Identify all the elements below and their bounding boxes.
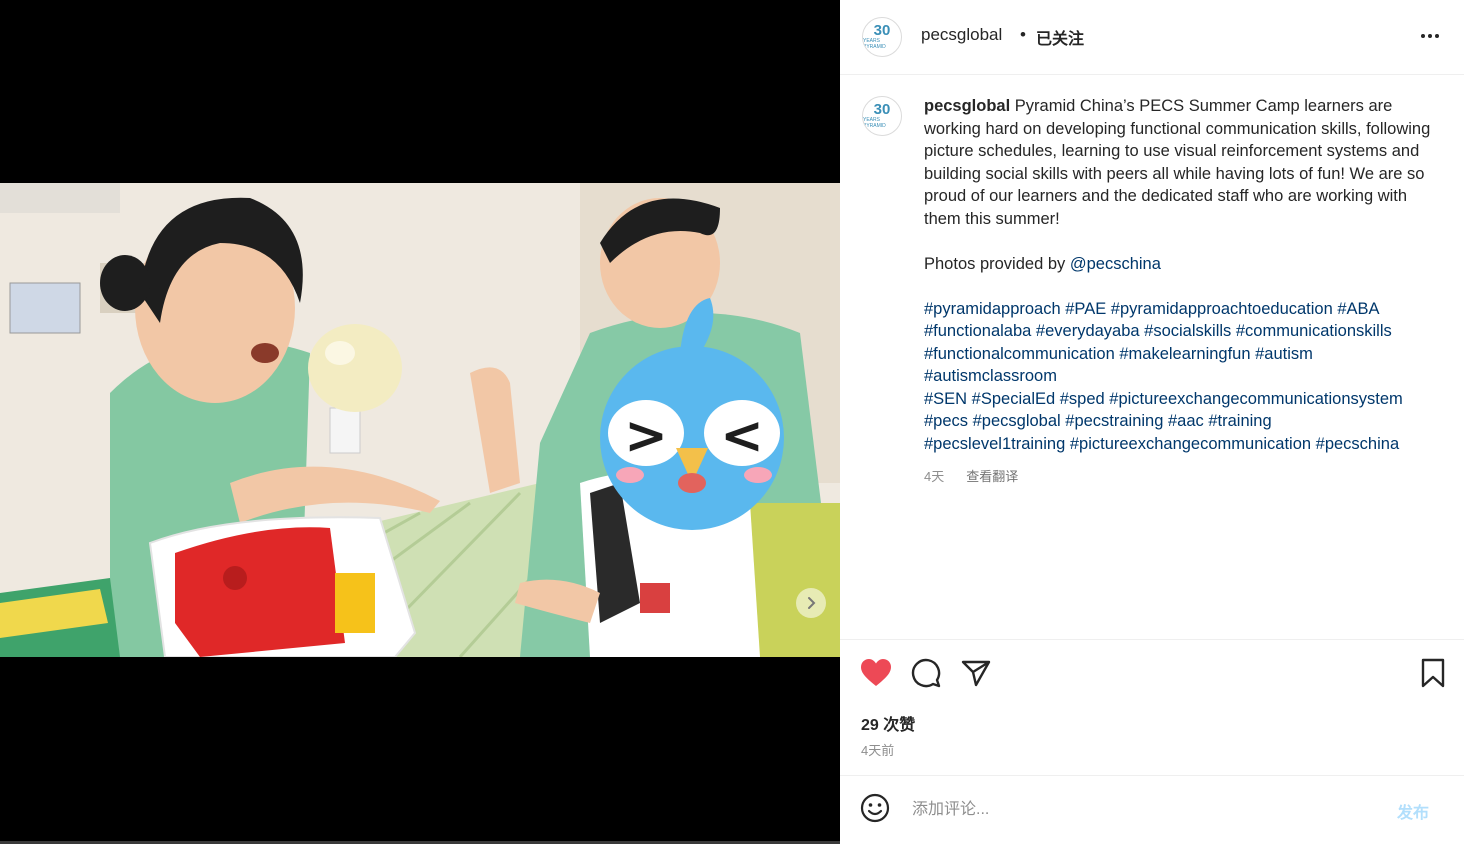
bookmark-icon <box>1421 658 1445 688</box>
send-icon <box>961 660 991 687</box>
post-header: 30 YEARS PYRAMID pecsglobal • 已关注 <box>840 0 1464 75</box>
heart-filled-icon <box>861 659 891 686</box>
caption-time[interactable]: 4天 <box>924 469 944 484</box>
caption-text: Pyramid China’s PECS Summer Camp learner… <box>924 97 1431 228</box>
emoji-icon <box>860 793 890 823</box>
hashtag-line[interactable]: #functionalcommunication #makelearningfu… <box>924 343 1434 366</box>
hashtag-line[interactable]: #pyramidapproach #PAE #pyramidapproachto… <box>924 298 1434 321</box>
likes-count[interactable]: 29 次赞 <box>861 711 915 735</box>
see-translation-button[interactable]: 查看翻译 <box>966 469 1018 484</box>
more-options-button[interactable] <box>1418 24 1442 53</box>
emoji-button[interactable] <box>860 793 890 828</box>
comment-input[interactable] <box>910 797 1334 823</box>
share-button[interactable] <box>961 658 991 688</box>
chevron-right-icon <box>808 597 816 609</box>
post-photo[interactable]: > < <box>0 183 840 657</box>
avatar-number: 30 <box>873 101 891 118</box>
post-comment-button[interactable]: 发布 <box>1397 799 1429 823</box>
more-horizontal-icon <box>1421 34 1439 38</box>
hashtag-line[interactable]: #autismclassroom <box>924 365 1434 388</box>
hashtag-line[interactable]: #pecs #pecsglobal #pecstraining #aac #tr… <box>924 410 1434 433</box>
post-media: > < <box>0 0 840 844</box>
hashtag-line[interactable]: #functionalaba #everydayaba #socialskill… <box>924 320 1434 343</box>
post-actions: 29 次赞 4天前 <box>840 639 1464 776</box>
comment-icon <box>911 658 941 688</box>
like-button[interactable] <box>860 658 892 688</box>
comment-button[interactable] <box>911 658 941 688</box>
save-button[interactable] <box>1420 658 1446 688</box>
credit-prefix: Photos provided by <box>924 254 1066 273</box>
posted-time[interactable]: 4天前 <box>861 740 894 759</box>
caption-meta: 4天 查看翻译 <box>924 466 1018 485</box>
hashtag-line[interactable]: #SEN #SpecialEd #sped #pictureexchangeco… <box>924 388 1434 411</box>
header-separator: • <box>1020 25 1026 44</box>
avatar-subtext: YEARS PYRAMID <box>863 38 886 50</box>
author-username[interactable]: pecsglobal <box>921 25 1002 45</box>
following-button[interactable]: 已关注 <box>1036 25 1084 49</box>
mention-link[interactable]: @pecschina <box>1070 255 1161 273</box>
post-side-panel: 30 YEARS PYRAMID pecsglobal • 已关注 30 YEA… <box>840 0 1464 844</box>
avatar-number: 30 <box>873 22 891 39</box>
photo-illustration: > < <box>0 183 840 657</box>
svg-text:<: < <box>720 406 764 466</box>
caption-username[interactable]: pecsglobal <box>924 97 1010 115</box>
avatar-subtext: YEARS PYRAMID <box>863 117 886 129</box>
post-caption: pecsglobal Pyramid China’s PECS Summer C… <box>924 95 1434 455</box>
hashtag-line[interactable]: #pecslevel1training #pictureexchangecomm… <box>924 433 1434 456</box>
next-slide-button[interactable] <box>796 588 826 618</box>
caption-avatar[interactable]: 30 YEARS PYRAMID <box>862 96 902 136</box>
add-comment-row: 发布 <box>840 775 1464 844</box>
svg-text:>: > <box>624 406 668 466</box>
author-avatar[interactable]: 30 YEARS PYRAMID <box>862 17 902 57</box>
